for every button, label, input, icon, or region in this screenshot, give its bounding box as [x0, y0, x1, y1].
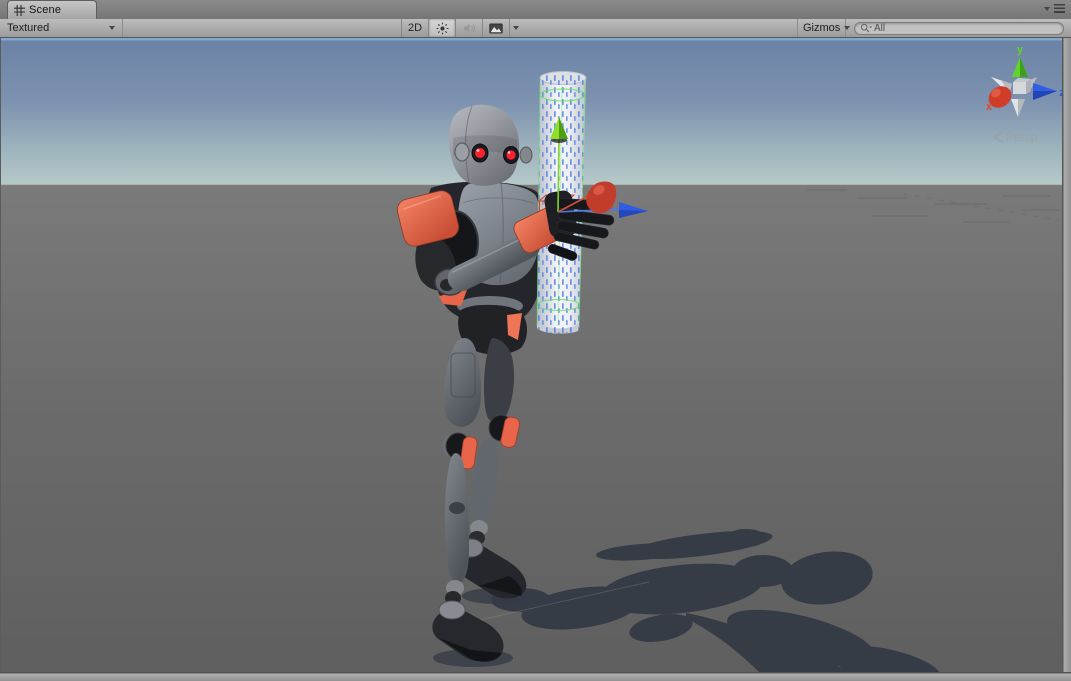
axis-x-label: x [986, 101, 993, 113]
search-field[interactable]: All [854, 22, 1064, 35]
scene-panel-window: Scene Textured 2D [0, 0, 1071, 681]
view-toggle-group: 2D [401, 19, 522, 37]
axis-y-label: y [1017, 44, 1024, 56]
scene-viewport[interactable]: y z x Persp [1, 38, 1062, 672]
tab-label: Scene [29, 4, 61, 16]
projection-label: Persp [1006, 130, 1038, 144]
viewport-top-highlight [1, 38, 1062, 41]
panel-controls [1044, 4, 1065, 13]
chevron-down-icon [109, 26, 115, 30]
panel-menu-icon[interactable] [1054, 4, 1065, 13]
chevron-down-icon [513, 26, 519, 30]
tab-bar: Scene [0, 0, 1071, 19]
window-edge-right [1062, 38, 1071, 681]
horizon-line [1, 184, 1062, 185]
speaker-icon [463, 22, 476, 35]
scene-grid-icon [14, 5, 25, 16]
2d-toggle-button[interactable]: 2D [401, 19, 428, 37]
effects-dropdown-button[interactable] [509, 19, 522, 37]
move-gizmo-y-axis[interactable] [558, 138, 559, 212]
tab-scene[interactable]: Scene [7, 0, 97, 19]
sky [1, 38, 1062, 185]
window-edge-left [0, 38, 1, 672]
render-mode-dropdown[interactable]: Textured [0, 19, 123, 37]
image-icon [489, 22, 503, 35]
scene-toolbar: Textured 2D [0, 19, 1071, 38]
search-icon [860, 23, 872, 34]
lighting-toggle-button[interactable] [428, 19, 455, 37]
window-edge-bottom [0, 672, 1071, 681]
effects-toggle-button[interactable] [482, 19, 509, 37]
chevron-down-icon [844, 26, 850, 30]
gizmos-label: Gizmos [803, 22, 840, 34]
ear-disc [455, 143, 469, 161]
2d-toggle-label: 2D [408, 22, 422, 34]
sun-icon [436, 22, 449, 35]
audio-toggle-button[interactable] [455, 19, 482, 37]
gizmo-center-cube[interactable] [1013, 82, 1026, 94]
render-mode-label: Textured [7, 22, 49, 34]
search-filter-value: All [874, 23, 885, 34]
panel-dropdown-icon[interactable] [1044, 7, 1050, 11]
gizmos-dropdown[interactable]: Gizmos [797, 19, 846, 37]
